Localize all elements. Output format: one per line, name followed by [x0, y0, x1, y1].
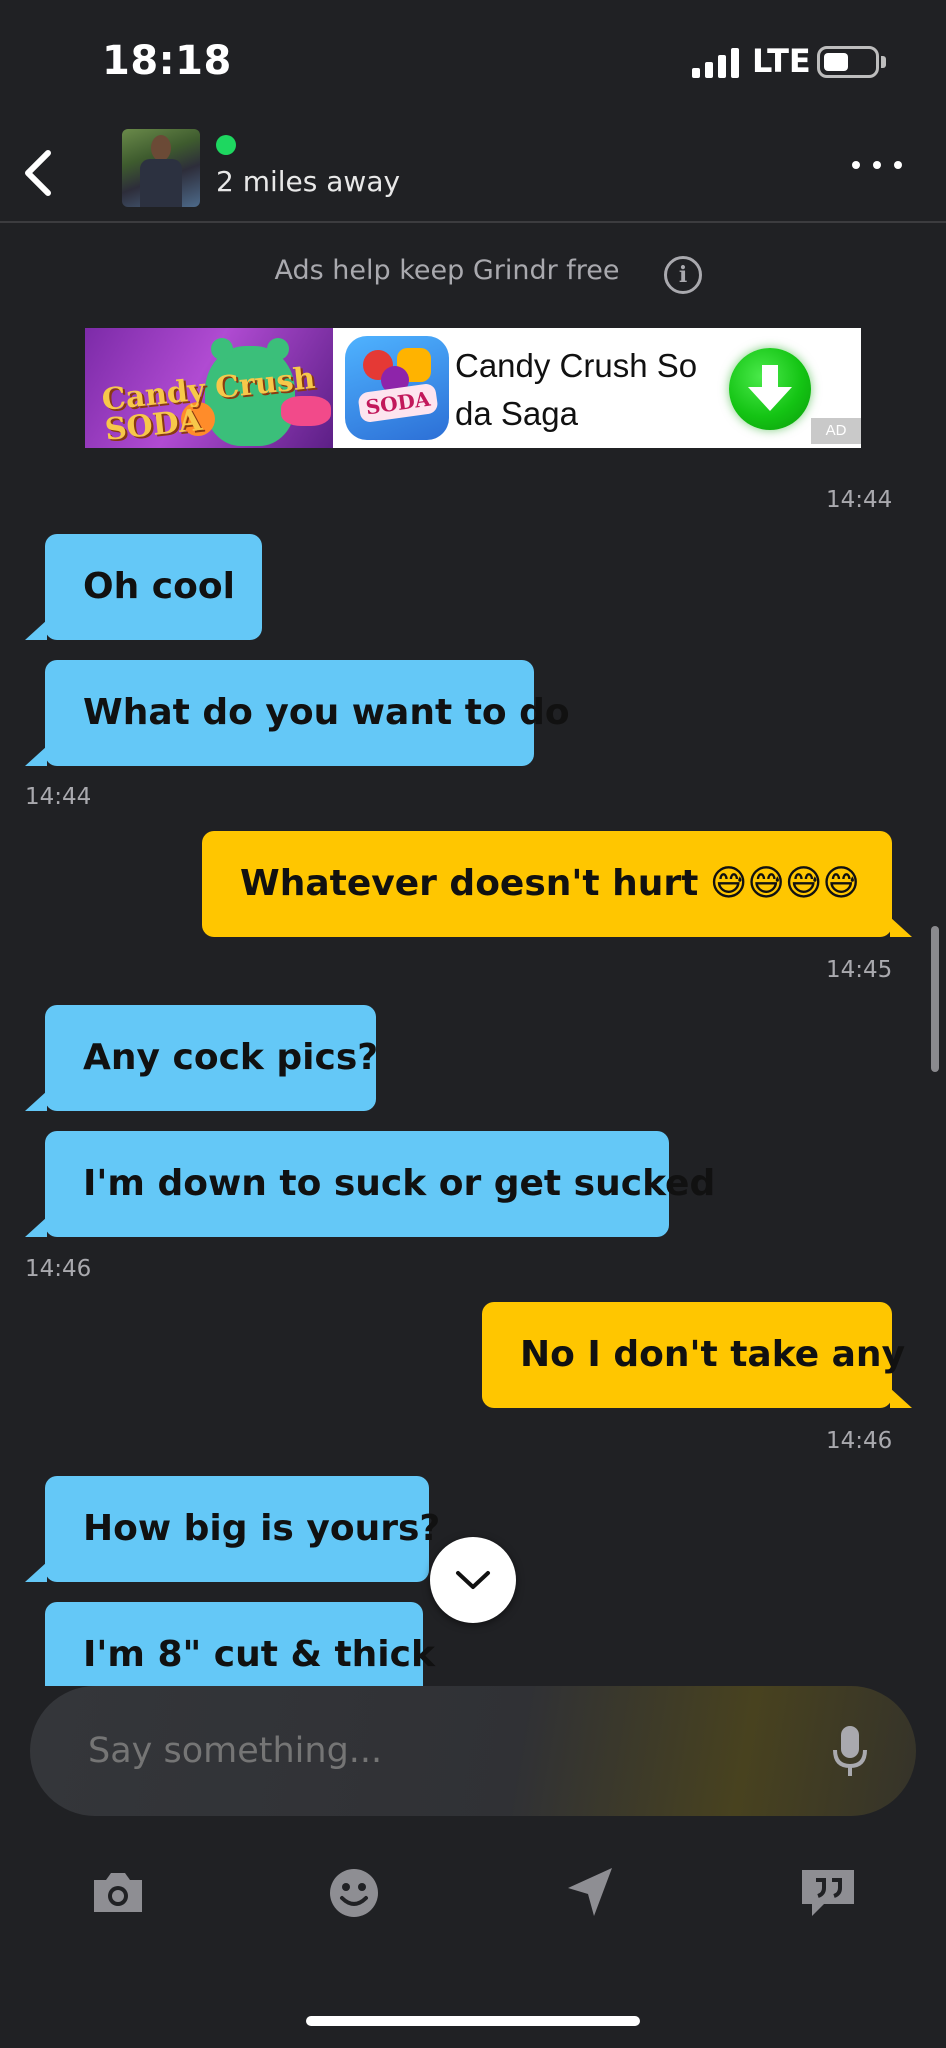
online-status-dot	[216, 135, 236, 155]
ad-artwork-logo: Candy Crush SODA	[100, 360, 317, 448]
message-emoji: 😅😅😅😅	[698, 863, 860, 904]
message-timestamp: 14:46	[25, 1256, 92, 1282]
location-icon[interactable]	[558, 1860, 622, 1924]
message-timestamp: 14:44	[25, 784, 92, 810]
ad-artwork: Candy Crush SODA	[85, 328, 333, 448]
app-icon: SODA	[345, 336, 449, 440]
incoming-message[interactable]: Any cock pics?	[45, 1005, 379, 1111]
bubble-tail	[890, 1388, 912, 1408]
status-time: 18:18	[102, 38, 232, 84]
chevron-down-icon	[456, 1571, 490, 1589]
status-bar: 18:18 LTE	[0, 0, 946, 125]
message-text: What do you want to do	[83, 692, 570, 733]
bubble-tail	[25, 1562, 47, 1582]
message-composer	[30, 1686, 916, 1816]
bubble-tail	[890, 917, 912, 937]
download-icon[interactable]	[729, 348, 811, 430]
ad-tag: AD	[811, 418, 861, 444]
camera-icon[interactable]	[86, 1860, 150, 1924]
message-text: Any cock pics?	[83, 1037, 379, 1078]
home-indicator	[306, 2016, 640, 2026]
message-text: I'm down to suck or get sucked	[83, 1163, 716, 1204]
emoji-icon[interactable]	[322, 1860, 386, 1924]
battery-icon	[817, 46, 879, 78]
back-arrow-icon[interactable]	[14, 141, 64, 201]
bubble-tail	[25, 620, 47, 640]
bubble-tail	[25, 746, 47, 766]
chat-header: 2 miles away	[0, 125, 946, 223]
message-text: How big is yours?	[83, 1508, 441, 1549]
battery-tip	[881, 56, 886, 68]
message-timestamp: 14:46	[826, 1428, 893, 1454]
message-timestamp: 14:44	[826, 487, 893, 513]
bubble-tail	[25, 1217, 47, 1237]
incoming-message[interactable]: I'm down to suck or get sucked	[45, 1131, 715, 1237]
info-icon[interactable]: i	[664, 256, 702, 294]
chat-toolbar	[0, 1860, 946, 1930]
message-text: I'm 8" cut & thick	[83, 1634, 435, 1675]
saved-phrases-icon[interactable]	[796, 1860, 860, 1924]
avatar[interactable]	[122, 129, 200, 207]
scroll-to-bottom-button[interactable]	[430, 1537, 516, 1623]
ad-app-name[interactable]: Candy Crush Soda Saga	[455, 342, 705, 438]
signal-icon	[692, 48, 739, 78]
incoming-message[interactable]: How big is yours?	[45, 1476, 440, 1582]
bubble-tail	[25, 1091, 47, 1111]
scroll-indicator[interactable]	[931, 926, 939, 1072]
app-icon-label: SODA	[357, 382, 439, 424]
outgoing-message[interactable]: No I don't take any	[482, 1302, 905, 1408]
profile-distance[interactable]: 2 miles away	[216, 165, 400, 198]
message-timestamp: 14:45	[826, 957, 893, 983]
message-text: No I don't take any	[520, 1334, 906, 1375]
outgoing-message[interactable]: Whatever doesn't hurt 😅😅😅😅	[202, 831, 892, 937]
network-type: LTE	[752, 42, 811, 80]
ad-notice: Ads help keep Grindr free	[274, 255, 620, 286]
microphone-icon[interactable]	[832, 1724, 868, 1780]
message-text: Whatever doesn't hurt	[240, 863, 699, 904]
message-text: Oh cool	[83, 566, 235, 607]
incoming-message[interactable]: What do you want to do	[45, 660, 570, 766]
ad-banner[interactable]: Candy Crush SODA SODA Candy Crush Soda S…	[85, 328, 861, 448]
more-options-icon[interactable]	[852, 155, 902, 175]
incoming-message[interactable]: Oh cool	[45, 534, 262, 640]
message-input[interactable]	[88, 1686, 788, 1816]
